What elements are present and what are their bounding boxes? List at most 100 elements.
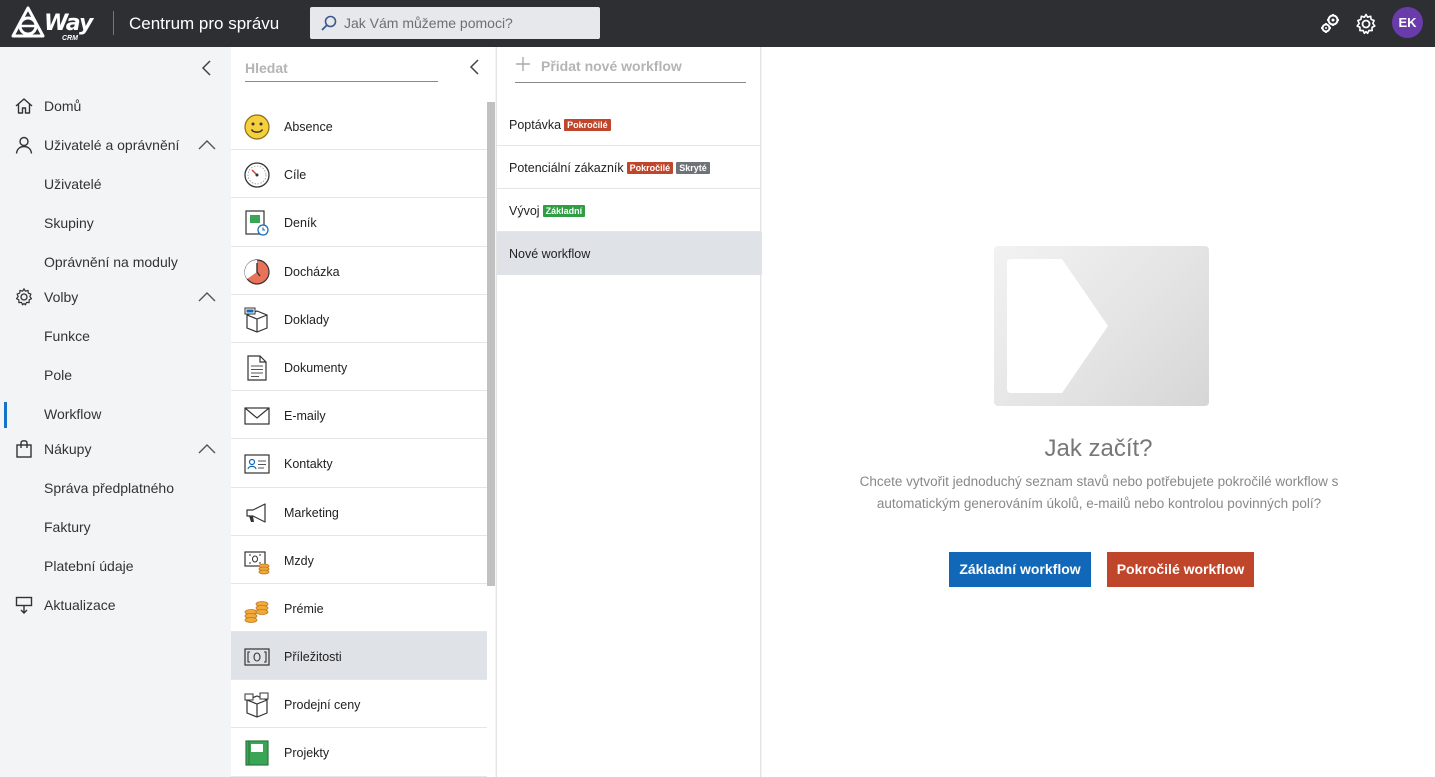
smiley-icon — [244, 114, 270, 140]
module-item-marketing[interactable]: Marketing — [231, 488, 487, 536]
module-item-opportunities[interactable]: Příležitosti — [231, 632, 487, 681]
envelope-icon — [244, 407, 270, 425]
workflow-name: Vývoj — [509, 204, 540, 218]
workflow-arrow-icon — [1007, 259, 1108, 393]
module-item-contacts[interactable]: Kontakty — [231, 439, 487, 488]
badge-basic: Základní — [542, 205, 586, 217]
nav-item-users[interactable]: Uživatelé — [0, 168, 231, 200]
wage-icon — [244, 551, 270, 575]
eway-logo[interactable]: Way CRM — [8, 5, 98, 43]
module-label: Projekty — [284, 746, 330, 761]
module-list-panel: Absence Cíle Deník D — [231, 47, 495, 777]
nav-item-fields[interactable]: Pole — [0, 359, 231, 391]
chevron-up-icon[interactable] — [198, 290, 216, 304]
global-search-input[interactable] — [344, 7, 594, 39]
nav-item-functions[interactable]: Funkce — [0, 320, 231, 352]
module-list: Absence Cíle Deník Docházka Doklady Doku… — [231, 102, 487, 777]
gear-icon — [15, 288, 33, 306]
module-item-attendance[interactable]: Docházka — [231, 247, 487, 295]
module-label: Absence — [284, 120, 333, 134]
nav-item-purchases[interactable]: Nákupy — [0, 433, 231, 465]
coins-icon — [244, 600, 269, 623]
add-workflow-label: Přidat nové workflow — [541, 58, 682, 74]
module-item-projects[interactable]: Projekty — [231, 728, 487, 777]
top-bar: Way CRM Centrum pro správu EK — [0, 0, 1435, 47]
nav-label: Domů — [44, 98, 82, 114]
box-icon — [244, 307, 268, 333]
nav-item-options[interactable]: Volby — [0, 281, 231, 313]
create-advanced-workflow-button[interactable]: Pokročilé workflow — [1107, 552, 1254, 587]
workflow-label: Poptávka Pokročilé — [509, 118, 611, 132]
workflow-name: Nové workflow — [509, 247, 591, 261]
document-icon — [247, 355, 267, 381]
nav-item-users-permissions[interactable]: Uživatelé a oprávnění — [0, 129, 231, 161]
create-basic-workflow-button[interactable]: Základní workflow — [949, 552, 1091, 587]
plugins-icon[interactable] — [1318, 12, 1342, 36]
nav-item-invoices[interactable]: Faktury — [0, 511, 231, 543]
module-item-absence[interactable]: Absence — [231, 102, 487, 151]
nav-sub-label: Platební údaje — [44, 558, 134, 574]
nav-item-home[interactable]: Domů — [0, 90, 231, 122]
journal-icon — [245, 210, 269, 236]
module-list-scrollbar-thumb[interactable] — [487, 102, 495, 586]
chevron-left-icon[interactable] — [467, 58, 481, 76]
badge-advanced: Pokročilé — [626, 162, 674, 174]
module-item-bonuses[interactable]: Prémie — [231, 584, 487, 633]
module-search[interactable] — [245, 55, 438, 82]
empty-state-title: Jak začít? — [1044, 435, 1153, 462]
opportunity-icon — [244, 648, 270, 666]
collapse-sidebar-icon[interactable] — [198, 59, 216, 77]
settings-icon[interactable] — [1354, 12, 1378, 36]
module-label: E-maily — [284, 409, 326, 424]
nav-label: Volby — [44, 289, 79, 305]
project-icon — [245, 740, 269, 767]
chevron-up-icon[interactable] — [198, 442, 216, 456]
module-item-receipts[interactable]: Doklady — [231, 295, 487, 343]
contact-card-icon — [244, 454, 270, 474]
nav-item-payment-details[interactable]: Platební údaje — [0, 550, 231, 582]
module-label: Docházka — [284, 264, 340, 279]
logo-text: Way — [44, 11, 93, 36]
nav-item-updates[interactable]: Aktualizace — [0, 589, 231, 621]
nav-item-module-permissions[interactable]: Oprávnění na moduly — [0, 246, 231, 278]
add-workflow-button[interactable]: Přidat nové workflow — [515, 55, 746, 83]
module-item-journal[interactable]: Deník — [231, 198, 487, 247]
nav-item-groups[interactable]: Skupiny — [0, 207, 231, 239]
nav-sub-label: Uživatelé — [44, 176, 102, 192]
module-item-documents[interactable]: Dokumenty — [231, 343, 487, 392]
workflow-name: Potenciální zákazník — [509, 161, 624, 175]
home-icon — [15, 98, 33, 114]
chevron-up-icon[interactable] — [198, 138, 216, 152]
nav-item-workflow[interactable]: Workflow — [0, 398, 231, 430]
nav-sub-label: Pole — [44, 367, 73, 383]
eway-logo-icon — [11, 6, 45, 38]
user-avatar[interactable]: EK — [1392, 7, 1423, 38]
module-item-emails[interactable]: E-maily — [231, 391, 487, 440]
module-search-input[interactable] — [245, 55, 438, 81]
workflow-item-inquiry[interactable]: Poptávka Pokročilé — [497, 103, 762, 146]
nav-sub-label: Oprávnění na moduly — [44, 254, 178, 270]
empty-state-description: Chcete vytvořit jednoduchý seznam stavů … — [859, 474, 1339, 511]
badge-advanced: Pokročilé — [564, 119, 611, 131]
nav-item-subscription[interactable]: Správa předplatného — [0, 472, 231, 504]
workflow-item-potential-customer[interactable]: Potenciální zákazník Pokročilé Skryté — [497, 146, 762, 189]
workflow-list: Poptávka Pokročilé Potenciální zákazník Po… — [497, 103, 762, 275]
workflow-detail-area: Jak začít? Chcete vytvořit jednoduchý se… — [762, 47, 1435, 777]
update-icon — [15, 596, 33, 614]
module-item-goals[interactable]: Cíle — [231, 150, 487, 199]
nav-label: Uživatelé a oprávnění — [44, 137, 180, 153]
module-item-sale-prices[interactable]: Prodejní ceny — [231, 680, 487, 729]
global-search[interactable] — [310, 7, 600, 39]
workflow-name: Poptávka — [509, 118, 562, 132]
nav-label: Nákupy — [44, 441, 92, 457]
plus-icon — [516, 57, 530, 71]
module-label: Marketing — [284, 505, 339, 520]
search-icon — [321, 15, 337, 31]
module-item-wages[interactable]: Mzdy — [231, 536, 487, 584]
logo-subtext: CRM — [62, 35, 78, 42]
workflow-item-new[interactable]: Nové workflow — [497, 232, 762, 275]
megaphone-icon — [246, 502, 266, 523]
module-label: Příležitosti — [284, 650, 342, 665]
nav-sub-label: Faktury — [44, 519, 91, 535]
workflow-item-development[interactable]: Vývoj Základní — [497, 189, 762, 232]
